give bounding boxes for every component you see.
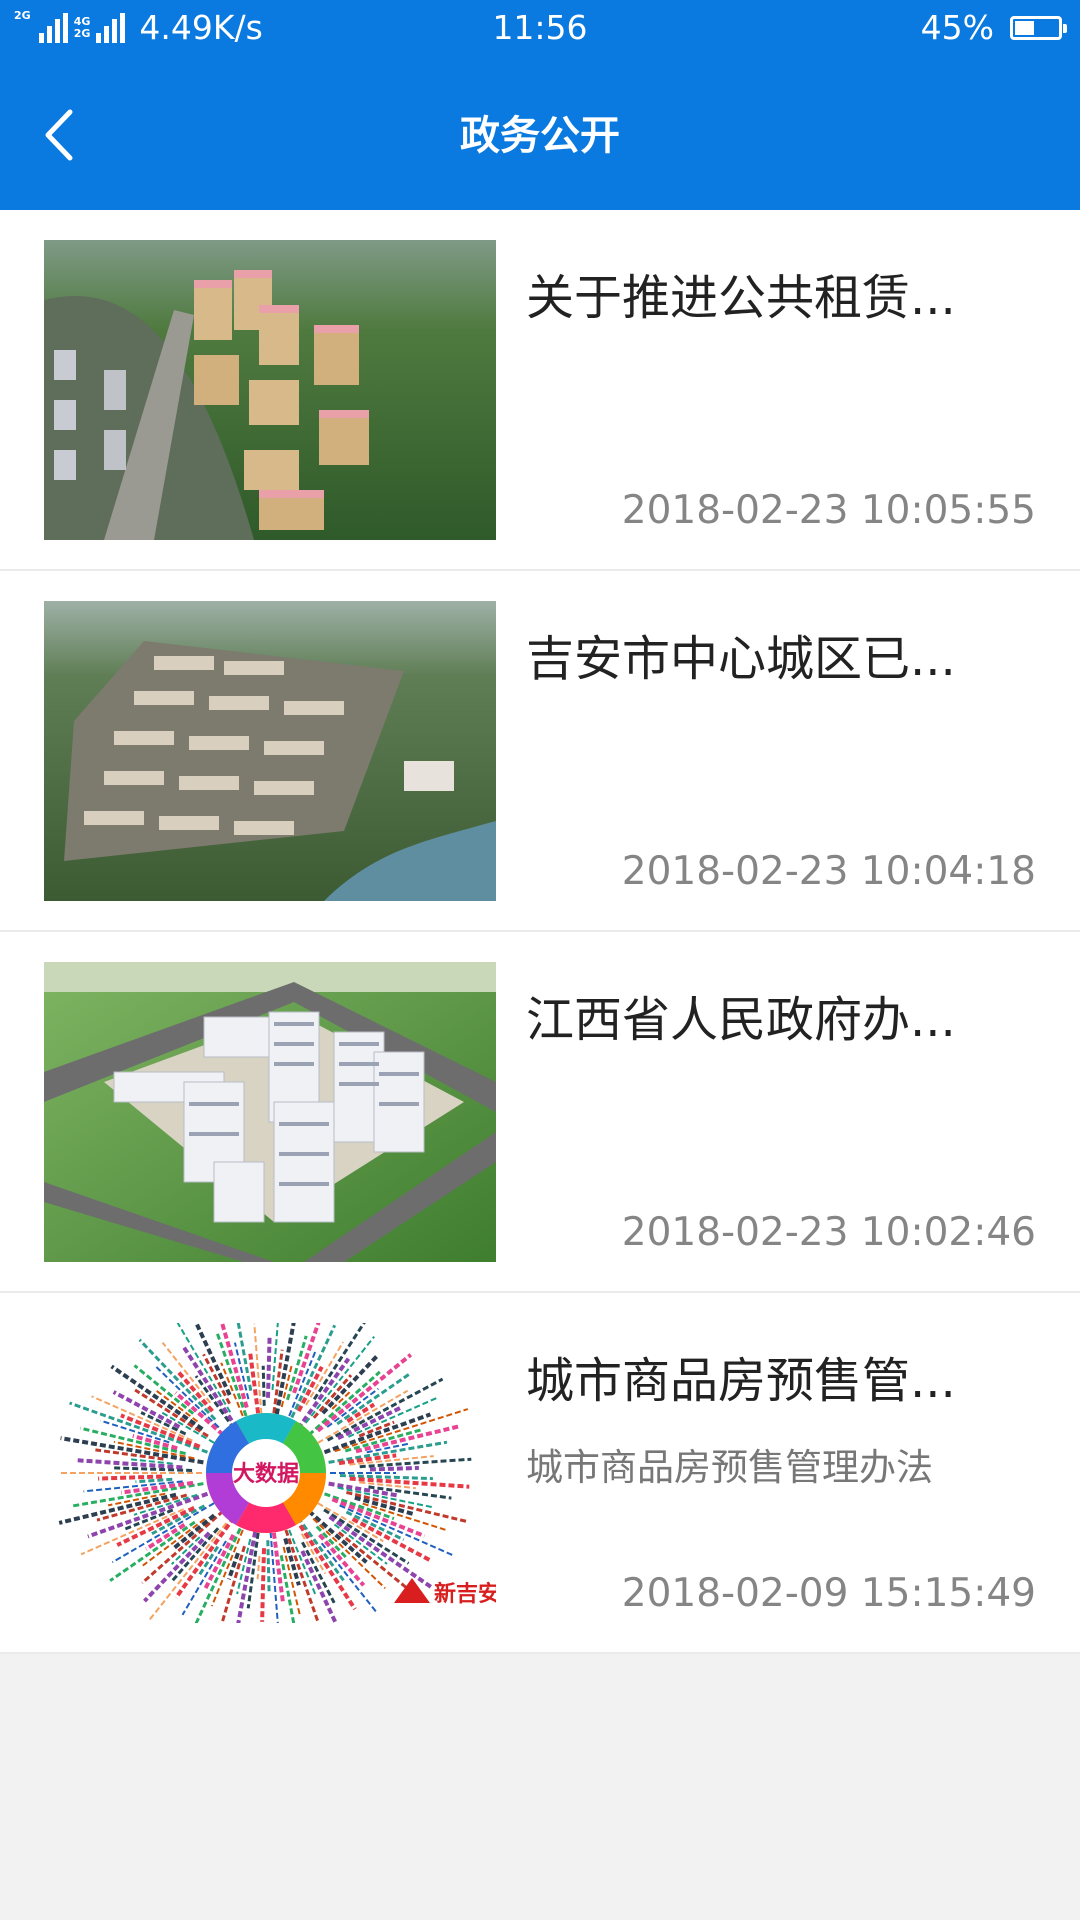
article-thumbnail: 大数据 新吉安 xyxy=(44,1323,496,1623)
article-title: 吉安市中心城区已... xyxy=(526,631,956,687)
status-bar: 2G 4G 2G 4.49K/s 11:56 45% xyxy=(0,0,1080,58)
list-item[interactable]: 关于推进公共租赁... 2018-02-23 10:05:55 xyxy=(0,210,1080,571)
article-title: 关于推进公共租赁... xyxy=(526,270,956,326)
list-item[interactable]: 大数据 新吉安 城市商品房预售管... 城市商品房预售管理办法 2018-02-… xyxy=(0,1293,1080,1654)
app-header: 2G 4G 2G 4.49K/s 11:56 45% 政务公开 xyxy=(0,0,1080,210)
battery-fill xyxy=(1015,21,1034,35)
article-title: 城市商品房预售管... xyxy=(526,1353,956,1409)
list-item[interactable]: 吉安市中心城区已... 2018-02-23 10:04:18 xyxy=(0,571,1080,932)
article-summary: 城市商品房预售管理办法 xyxy=(526,1446,933,1489)
article-date: 2018-02-09 15:15:49 xyxy=(621,1571,1036,1616)
article-thumbnail xyxy=(44,240,496,540)
back-button[interactable] xyxy=(30,100,100,170)
article-list: 关于推进公共租赁... 2018-02-23 10:05:55 吉安市中心城区已… xyxy=(0,210,1080,1654)
color-wheel: 大数据 xyxy=(205,1412,326,1534)
article-thumbnail xyxy=(44,601,496,901)
battery-nub xyxy=(1063,24,1067,33)
thumb-brand-text: 新吉安 xyxy=(434,1581,496,1607)
article-title: 江西省人民政府办... xyxy=(526,992,956,1048)
status-time: 11:56 xyxy=(492,8,588,47)
article-date: 2018-02-23 10:02:46 xyxy=(621,1210,1036,1255)
logo-ray xyxy=(98,1474,163,1481)
battery-percent: 45% xyxy=(920,8,994,47)
status-bar-right: 45% xyxy=(920,6,1067,50)
article-date: 2018-02-23 10:05:55 xyxy=(621,488,1036,533)
article-thumbnail xyxy=(44,962,496,1262)
brand-logo: 新吉安 xyxy=(394,1578,496,1607)
list-item[interactable]: 江西省人民政府办... 2018-02-23 10:02:46 xyxy=(0,932,1080,1293)
chevron-left-icon xyxy=(45,109,73,161)
thumb-center-text: 大数据 xyxy=(233,1461,299,1487)
battery-icon xyxy=(1010,16,1067,40)
article-date: 2018-02-23 10:04:18 xyxy=(621,849,1036,894)
page-title: 政务公开 xyxy=(460,113,620,159)
